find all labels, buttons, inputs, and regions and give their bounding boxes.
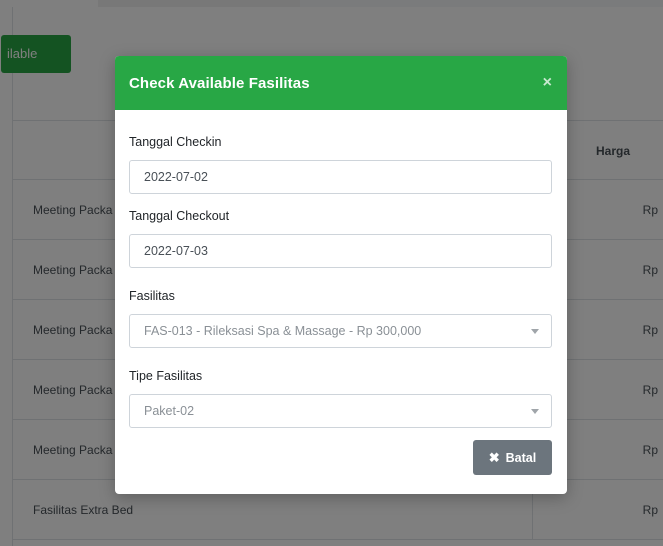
modal-footer: ✖ Batal: [129, 440, 553, 475]
tipe-fasilitas-label: Tipe Fasilitas: [129, 369, 203, 383]
close-icon: ✖: [488, 449, 500, 465]
fasilitas-label: Fasilitas: [129, 289, 175, 303]
checkout-date-input[interactable]: 2022-07-03: [129, 234, 552, 268]
close-icon[interactable]: ×: [543, 75, 552, 91]
chevron-down-icon: [531, 409, 539, 414]
chevron-down-icon: [531, 329, 539, 334]
cancel-button[interactable]: ✖ Batal: [473, 440, 552, 475]
fasilitas-selected-value: FAS-013 - Rileksasi Spa & Massage - Rp 3…: [144, 324, 422, 338]
cancel-button-label: Batal: [505, 450, 537, 465]
tipe-fasilitas-selected-value: Paket-02: [144, 404, 195, 418]
fasilitas-select[interactable]: FAS-013 - Rileksasi Spa & Massage - Rp 3…: [129, 314, 552, 348]
modal-header: Check Available Fasilitas ×: [115, 56, 567, 110]
checkin-label: Tanggal Checkin: [129, 135, 222, 149]
checkin-date-input[interactable]: 2022-07-02: [129, 160, 552, 194]
tipe-fasilitas-select[interactable]: Paket-02: [129, 394, 552, 428]
checkout-label: Tanggal Checkout: [129, 209, 230, 223]
check-available-modal: Check Available Fasilitas × Tanggal Chec…: [115, 56, 567, 494]
modal-body: Tanggal Checkin 2022-07-02 Tanggal Check…: [115, 110, 567, 475]
modal-title: Check Available Fasilitas: [129, 74, 310, 92]
